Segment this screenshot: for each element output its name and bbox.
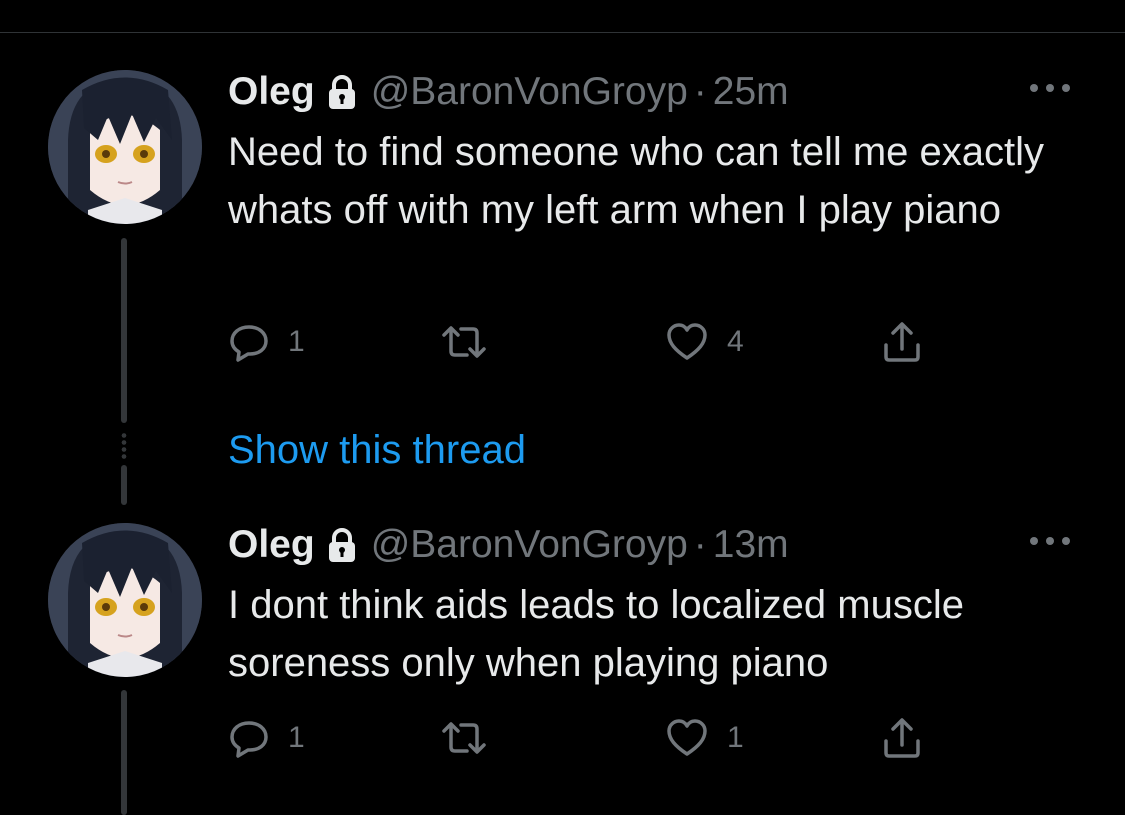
top-divider xyxy=(0,32,1125,33)
user-handle[interactable]: @BaronVonGroyp xyxy=(371,520,688,570)
share-button[interactable] xyxy=(881,317,923,367)
heart-icon xyxy=(667,323,707,360)
timestamp[interactable]: 13m xyxy=(713,520,789,570)
reply-button[interactable]: 1 xyxy=(228,317,305,367)
like-button[interactable]: 4 xyxy=(665,317,744,367)
retweet-icon xyxy=(442,722,486,754)
tweet-actions: 1 1 xyxy=(228,713,948,763)
retweet-icon xyxy=(442,326,486,358)
like-count: 1 xyxy=(727,721,744,754)
avatar[interactable] xyxy=(48,523,202,677)
more-options-icon[interactable] xyxy=(1027,533,1073,549)
user-handle[interactable]: @BaronVonGroyp xyxy=(371,67,688,117)
reply-button[interactable]: 1 xyxy=(228,713,305,763)
like-button[interactable]: 1 xyxy=(665,713,744,763)
lock-icon xyxy=(327,74,357,110)
tweet-header: Oleg @BaronVonGroyp · 25m xyxy=(228,67,789,117)
share-icon xyxy=(884,322,920,362)
share-icon xyxy=(884,718,920,758)
separator-dot: · xyxy=(693,70,707,113)
tweet-text: I dont think aids leads to localized mus… xyxy=(228,583,964,685)
separator-dot: · xyxy=(693,523,707,566)
share-button[interactable] xyxy=(881,713,923,763)
reply-count: 1 xyxy=(288,721,305,754)
timestamp[interactable]: 25m xyxy=(713,67,789,117)
reply-icon xyxy=(230,325,268,362)
thread-line xyxy=(121,690,127,815)
reply-icon xyxy=(230,721,268,758)
show-thread-link[interactable]: Show this thread xyxy=(228,425,526,475)
tweet-actions: 1 4 xyxy=(228,317,948,367)
display-name[interactable]: Oleg xyxy=(228,67,315,117)
like-count: 4 xyxy=(727,325,744,358)
lock-icon xyxy=(327,527,357,563)
thread-line xyxy=(121,465,127,505)
retweet-button[interactable] xyxy=(440,713,506,763)
display-name[interactable]: Oleg xyxy=(228,520,315,570)
reply-count: 1 xyxy=(288,325,305,358)
thread-gap-dots xyxy=(121,432,127,460)
retweet-button[interactable] xyxy=(440,317,506,367)
tweet-header: Oleg @BaronVonGroyp · 13m xyxy=(228,520,789,570)
tweet-text: Need to find someone who can tell me exa… xyxy=(228,130,1044,232)
avatar[interactable] xyxy=(48,70,202,224)
heart-icon xyxy=(667,719,707,756)
thread-line xyxy=(121,238,127,423)
more-options-icon[interactable] xyxy=(1027,80,1073,96)
